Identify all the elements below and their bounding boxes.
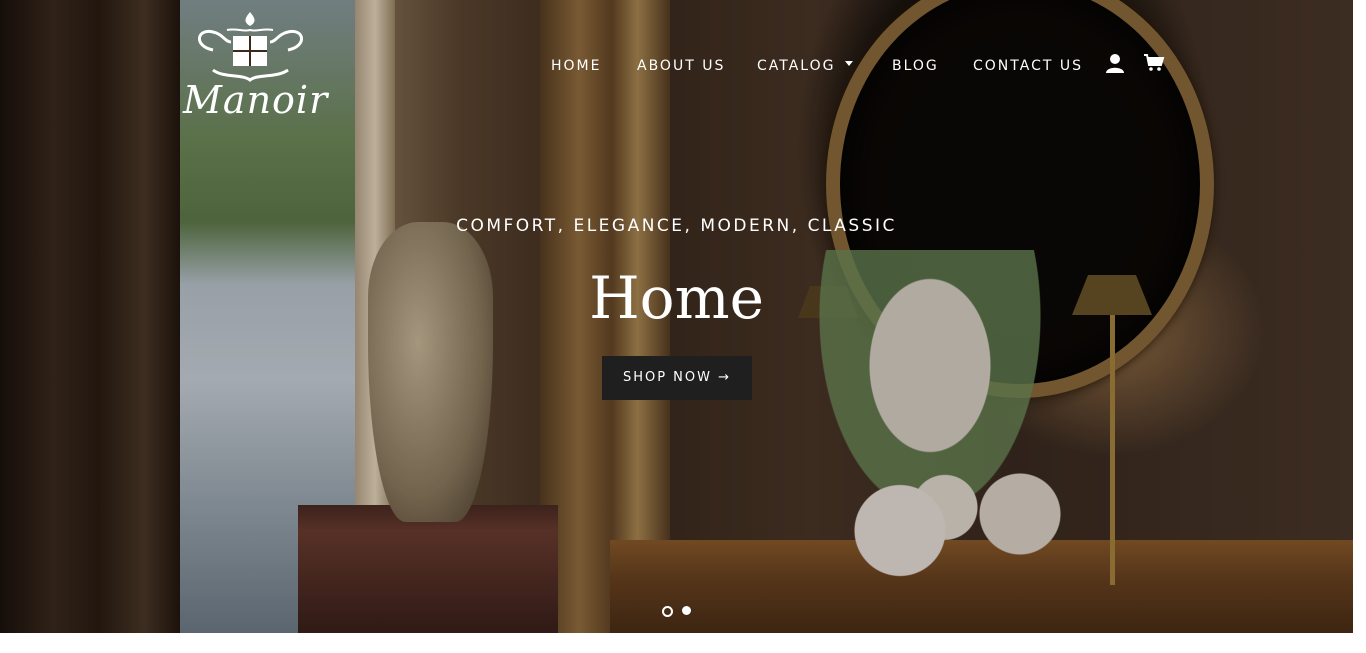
nav-item-catalog-label: CATALOG (757, 58, 836, 74)
shop-now-button[interactable]: SHOP NOW → (602, 356, 752, 400)
account-button[interactable] (1104, 52, 1128, 78)
nav-item-about-us[interactable]: ABOUT US (637, 52, 725, 80)
cart-icon (1144, 54, 1165, 71)
nav-item-blog[interactable]: BLOG (892, 52, 939, 80)
logo-wordmark: Manoir (183, 78, 329, 122)
cart-button[interactable] (1143, 52, 1167, 78)
nav-item-home[interactable]: HOME (551, 52, 601, 80)
hero-eyebrow: COMFORT, ELEGANCE, MODERN, CLASSIC (456, 216, 897, 236)
hero-banner: Manoir HOME ABOUT US CATALOG BLOG CONTAC… (0, 0, 1353, 633)
slide-dot-1[interactable] (662, 606, 673, 617)
chevron-down-icon (845, 60, 854, 66)
nav-item-catalog[interactable]: CATALOG (757, 52, 854, 80)
slide-dot-2[interactable] (682, 606, 691, 615)
nav-item-contact-us[interactable]: CONTACT US (973, 52, 1083, 80)
user-icon (1106, 54, 1124, 73)
site-logo[interactable]: Manoir (183, 8, 329, 122)
logo-emblem-icon (198, 12, 303, 82)
hero-title: Home (589, 264, 764, 332)
